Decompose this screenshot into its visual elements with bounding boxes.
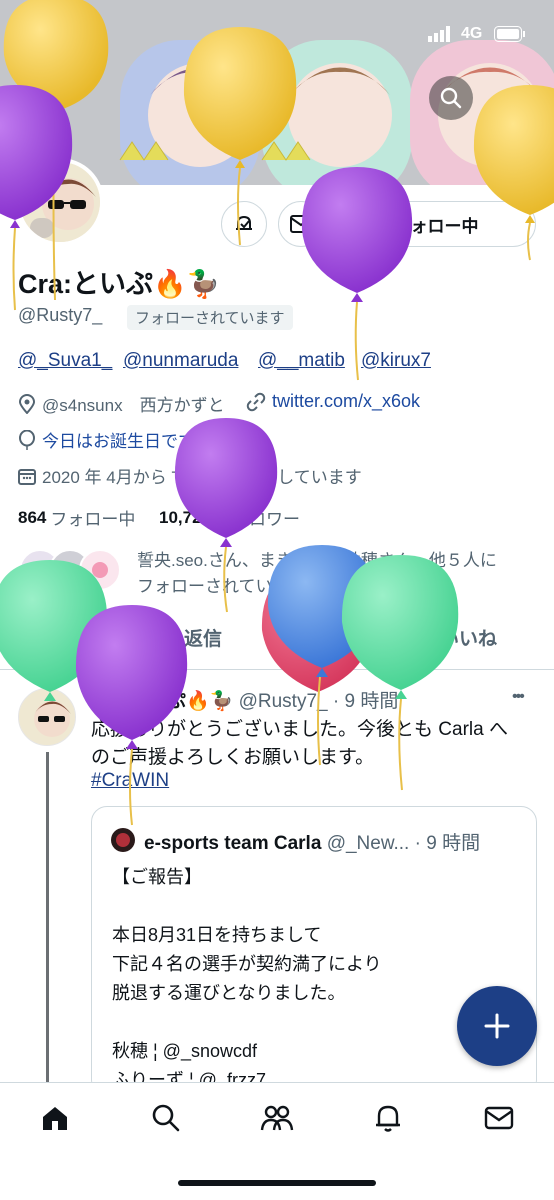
website-row[interactable]: twitter.com/x_x6ok: [246, 391, 420, 412]
tweet-header[interactable]: Cra:といぷ🔥🦆 @Rusty7_ · 9 時間: [91, 686, 398, 713]
followers-stat[interactable]: 10,725 フォロワー: [159, 505, 300, 530]
messages-icon: [484, 1106, 514, 1130]
calendar-icon: [18, 468, 36, 485]
quote-line: [112, 1008, 382, 1037]
bio-mention-2[interactable]: @nunmaruda: [123, 350, 238, 372]
avatar-image: [20, 162, 100, 242]
tweet-avatar[interactable]: [18, 688, 76, 746]
bio-mention-1[interactable]: @_Suva1_: [18, 350, 112, 372]
tab-replies[interactable]: 返信: [184, 624, 222, 651]
message-button[interactable]: [278, 201, 324, 247]
search-icon: [152, 1104, 180, 1132]
link-icon: [246, 392, 266, 411]
followed-by-avatars[interactable]: [18, 548, 128, 597]
nav-messages[interactable]: [479, 1100, 519, 1136]
signal-icon: [428, 26, 454, 47]
location-pin-icon: [18, 393, 36, 414]
following-label: フォロー中: [50, 510, 136, 529]
nav-notifications[interactable]: [368, 1100, 408, 1136]
communities-icon: [260, 1105, 294, 1131]
battery-icon: [494, 26, 526, 47]
network-type: 4G: [461, 25, 483, 42]
tab-likes[interactable]: いいね: [440, 624, 497, 651]
birthday-text: 今日はお誕生日です。: [42, 432, 211, 451]
quote-body: 【ご報告】 本日8月31日を持ちまして 下記４名の選手が契約満了により 脱退する…: [112, 863, 382, 1095]
quote-avatar-image: [111, 828, 135, 852]
bio-mention-3[interactable]: @__matib: [258, 350, 345, 372]
tweet-avatar-image: [19, 689, 75, 745]
notifications-icon: [376, 1105, 400, 1132]
balloon-purple: [301, 167, 413, 381]
active-tab-indicator: [44, 664, 118, 668]
profile-avatar[interactable]: [16, 158, 104, 246]
quote-avatar: [110, 827, 136, 858]
plus-icon: [484, 1013, 510, 1039]
tweet-author-handle: @Rusty7_: [238, 691, 328, 712]
more-options-icon[interactable]: •••: [512, 688, 525, 706]
display-name: Cra:といぷ🔥🦆: [18, 269, 221, 299]
birthday-row: 今日はお誕生日です。: [18, 427, 210, 452]
bio-mention-4[interactable]: @kirux7: [361, 350, 431, 372]
nav-communities[interactable]: [257, 1100, 297, 1136]
tweet-hashtag[interactable]: #CraWIN: [91, 770, 169, 792]
quote-author-name: e-sports team Carla: [144, 833, 322, 854]
follows-you-badge: フォローされています: [127, 305, 293, 330]
thread-line: [46, 752, 49, 1082]
quote-author-handle: @_New...: [326, 833, 410, 854]
quote-header: e-sports team Carla @_New... · 9 時間: [144, 828, 480, 855]
following-count: 864: [18, 507, 47, 527]
search-icon: [440, 87, 462, 109]
followed-by-line2: フォローされています: [137, 577, 307, 596]
quote-line: [112, 892, 382, 921]
joined-row: 2020 年 4月から Twitter を利用しています: [18, 463, 362, 488]
quote-line: 秋穂 ¦ @_snowcdf: [112, 1041, 257, 1061]
bell-plus-icon: [236, 215, 252, 230]
quote-time: · 9 時間: [414, 833, 481, 854]
tab-divider: [0, 669, 554, 670]
mutual-avatars: [19, 549, 121, 591]
quote-line: 本日8月31日を持ちまして: [112, 925, 322, 945]
tweet-author-name: Cra:といぷ🔥🦆: [91, 691, 234, 712]
status-time: 7:51: [54, 22, 93, 43]
followed-by-line1: 誓央.seo.さん、まきさん、秋穂さん、他５人に: [137, 551, 497, 570]
mail-icon: [290, 215, 312, 233]
location-row: @s4nsunx 西方かずと: [18, 391, 225, 416]
nav-home[interactable]: [35, 1100, 75, 1136]
quote-line: 脱退する運びとなりました。: [112, 983, 346, 1003]
quote-line: 下記４名の選手が契約満了により: [112, 954, 382, 974]
search-button[interactable]: [429, 76, 473, 120]
tab-posts[interactable]: ポスト: [46, 624, 103, 651]
home-indicator: [178, 1180, 376, 1186]
notify-button[interactable]: [221, 201, 267, 247]
following-stat[interactable]: 864 フォロー中: [18, 505, 135, 530]
nav-search[interactable]: [146, 1100, 186, 1136]
tweet-text-line1: 応援ありがとうございました。今後とも Carla へ: [91, 719, 508, 740]
followers-count: 10,725: [159, 507, 211, 527]
website-link[interactable]: twitter.com/x_x6ok: [272, 391, 420, 412]
location-text: @s4nsunx 西方かずと: [42, 396, 225, 415]
balloon-icon: [19, 429, 35, 450]
quote-line: 【ご報告】: [112, 867, 202, 887]
tweet-text-line2: のご声援よろしくお願いします。: [91, 747, 375, 768]
followed-by-text[interactable]: 誓央.seo.さん、まきさん、秋穂さん、他５人に フォローされています: [137, 548, 497, 600]
home-icon: [43, 1107, 67, 1130]
following-button[interactable]: フォロー中: [336, 201, 536, 247]
compose-button[interactable]: [457, 986, 537, 1066]
user-handle: @Rusty7_: [18, 305, 103, 325]
joined-text: 2020 年 4月から Twitter を利用しています: [42, 468, 362, 487]
followers-label: フォロワー: [215, 510, 300, 529]
tweet-time: · 9 時間: [332, 691, 399, 712]
tab-media[interactable]: メディア: [300, 624, 375, 651]
